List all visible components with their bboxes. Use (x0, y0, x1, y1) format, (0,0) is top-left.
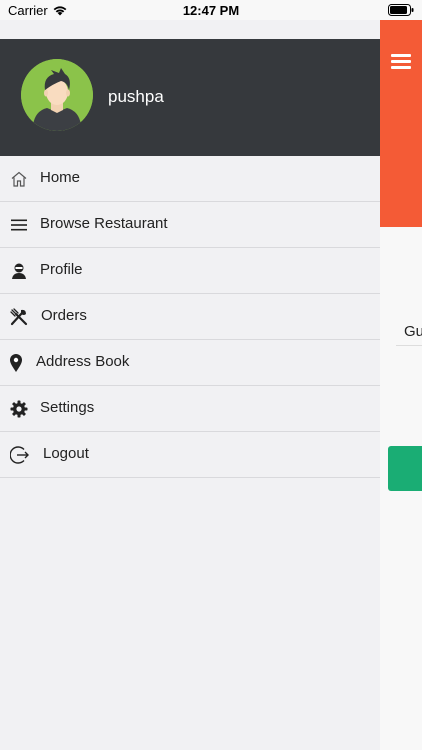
background-app-header (380, 20, 422, 227)
menu-item-label: Settings (40, 399, 95, 416)
navigation-drawer: pushpa Home Browse Restaurant Profile Or… (0, 20, 380, 750)
username-label: pushpa (108, 87, 164, 106)
logout-icon (10, 445, 30, 465)
battery-icon (388, 4, 414, 16)
menu-item-label: Orders (41, 307, 87, 324)
menu-item-home[interactable]: Home (0, 156, 380, 202)
menu-item-logout[interactable]: Logout (0, 432, 380, 478)
menu-item-address-book[interactable]: Address Book (0, 340, 380, 386)
background-app-underline (396, 345, 422, 346)
menu-item-settings[interactable]: Settings (0, 386, 380, 432)
app-screen: Carrier 12:47 PM Gu pushpa Home Browse R… (0, 0, 422, 750)
home-icon (9, 169, 29, 189)
user-icon (9, 261, 29, 281)
avatar[interactable] (21, 59, 93, 131)
gear-icon (9, 399, 29, 419)
menu-item-orders[interactable]: Orders (0, 294, 380, 340)
background-app: Gu (380, 20, 422, 750)
menu-item-label: Address Book (36, 353, 130, 370)
drawer-header: pushpa (0, 39, 380, 156)
avatar-illustration-icon (21, 59, 93, 131)
background-app-button[interactable] (388, 446, 422, 491)
menu-item-label: Logout (43, 445, 89, 462)
wifi-icon (53, 6, 67, 16)
status-left: Carrier (8, 3, 68, 18)
list-icon (9, 215, 29, 235)
menu-item-label: Profile (40, 261, 83, 278)
status-bar: Carrier 12:47 PM (0, 0, 422, 20)
menu-item-browse-restaurant[interactable]: Browse Restaurant (0, 202, 380, 248)
carrier-label: Carrier (8, 2, 48, 18)
fork-knife-icon (9, 307, 29, 327)
menu-item-label: Home (40, 169, 81, 186)
hamburger-menu-icon[interactable] (391, 54, 411, 70)
menu-item-label: Browse Restaurant (40, 215, 168, 232)
location-pin-icon (6, 353, 26, 373)
menu-item-profile[interactable]: Profile (0, 248, 380, 294)
background-app-text: Gu (404, 323, 422, 340)
drawer-menu: Home Browse Restaurant Profile Orders Ad… (0, 156, 380, 478)
